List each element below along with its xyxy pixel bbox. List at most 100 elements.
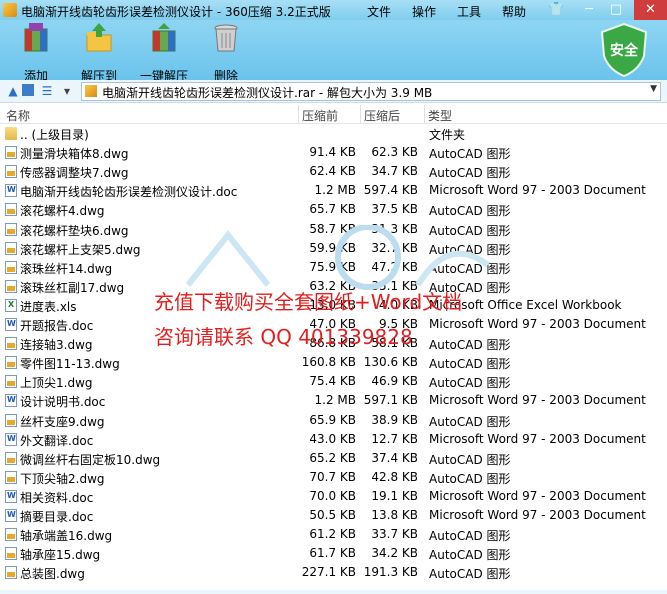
close-button[interactable]: ✕ [634,0,667,20]
file-name: .. (上级目录) [20,128,89,142]
view-icon[interactable] [22,84,34,96]
file-type: Microsoft Word 97 - 2003 Document [429,488,646,503]
file-name: 开题报告.doc [20,319,94,333]
dwg-file-icon [5,222,17,236]
file-row[interactable]: 摘要目录.doc 50.5 KB 13.8 KB Microsoft Word 97 … [0,506,660,525]
size-before: 62.4 KB [309,164,356,179]
file-row[interactable]: 电脑渐开线齿轮齿形误差检测仪设计.doc 1.2 MB 597.4 KB Micros… [0,181,660,200]
column-name[interactable]: 名称 [6,107,30,124]
column-divider[interactable] [298,105,299,123]
file-name: 总装图.dwg [20,567,85,582]
minimize-button[interactable]: ─ [578,0,600,20]
dwg-file-icon [5,528,17,542]
file-type: AutoCAD 图形 [429,147,511,162]
file-name: 滚花螺杆4.dwg [20,204,105,219]
size-before: 65.2 KB [309,450,356,465]
file-type: Microsoft Word 97 - 2003 Document [429,317,646,331]
size-after: 34.7 KB [371,164,418,179]
size-after: 191.3 KB [363,565,418,580]
file-row[interactable]: 滚花螺杆4.dwg 65.7 KB 37.5 KB AutoCAD 图形 [0,200,660,219]
menu-tools[interactable]: 工具 [457,3,481,20]
doc-file-icon [5,489,17,503]
folder-icon [5,127,17,140]
address-bar[interactable]: 电脑渐开线齿轮齿形误差检测仪设计.rar - 解包大小为 3.9 MB ▼ [81,82,661,101]
file-row[interactable]: 轴承座15.dwg 61.7 KB 34.2 KB AutoCAD 图形 [0,544,660,563]
column-divider[interactable] [424,105,425,123]
file-name: 下顶尖轴2.dwg [20,471,105,486]
file-name: 轴承端盖16.dwg [20,529,113,544]
dropdown-arrow-icon[interactable]: ▾ [60,84,74,98]
file-row[interactable]: 下顶尖轴2.dwg 70.7 KB 42.8 KB AutoCAD 图形 [0,468,660,487]
file-row[interactable]: 设计说明书.doc 1.2 MB 597.1 KB Microsoft Word 97… [0,391,660,410]
size-after: 33.7 KB [371,527,418,542]
file-row[interactable]: 上顶尖1.dwg 75.4 KB 46.9 KB AutoCAD 图形 [0,372,660,391]
column-after[interactable]: 压缩后 [364,107,400,124]
file-row[interactable]: 微调丝杆右固定板10.dwg 65.2 KB 37.4 KB AutoCAD 图形 [0,449,660,468]
one-click-extract-icon [152,23,176,52]
file-row[interactable]: 零件图11-13.dwg 160.8 KB 130.6 KB AutoCAD 图形 [0,353,660,372]
size-after: 34.2 KB [371,546,418,561]
menu-help[interactable]: 帮助 [502,3,526,20]
dwg-file-icon [5,375,17,389]
file-name: 连接轴3.dwg [20,338,93,353]
file-list-header: 名称 压缩前 压缩后 类型 [0,105,667,124]
size-before: 61.2 KB [309,527,356,542]
file-name: 零件图11-13.dwg [20,357,120,372]
dwg-file-icon [5,260,17,274]
size-after: 130.6 KB [363,355,418,370]
file-row[interactable]: 相关资料.doc 70.0 KB 19.1 KB Microsoft Word 97 … [0,487,660,506]
security-shield-icon[interactable]: 安全 [599,22,649,78]
dwg-file-icon [5,241,17,255]
file-row[interactable]: 丝杆支座9.dwg 65.9 KB 38.9 KB AutoCAD 图形 [0,411,660,430]
file-row[interactable]: 轴承端盖16.dwg 61.2 KB 33.7 KB AutoCAD 图形 [0,525,660,544]
size-before: 70.0 KB [309,488,356,503]
one-click-extract-button[interactable]: 一键解压 [138,23,190,84]
watermark-logo [185,225,490,290]
file-name: 设计说明书.doc [20,395,106,410]
address-path: 电脑渐开线齿轮齿形误差检测仪设计.rar - 解包大小为 3.9 MB [102,86,433,100]
file-name: 滚珠丝杆14.dwg [20,261,113,276]
up-arrow-icon[interactable]: ▲ [6,84,20,98]
column-type[interactable]: 类型 [428,107,452,124]
size-after: 12.7 KB [371,431,418,446]
skin-icon[interactable]: 👕 [548,2,564,17]
address-dropdown-icon[interactable]: ▼ [650,84,657,94]
file-name: 微调丝杆右固定板10.dwg [20,452,161,467]
size-before: 65.7 KB [309,202,356,217]
maximize-button[interactable]: □ [605,0,627,20]
size-after: 38.9 KB [371,412,418,427]
extract-to-button[interactable]: 解压到 [80,23,118,84]
size-after: 46.9 KB [371,374,418,389]
file-type: AutoCAD 图形 [429,548,511,563]
dwg-file-icon [5,547,17,561]
file-row[interactable]: .. (上级目录) 文件夹 [0,124,660,143]
menu-file[interactable]: 文件 [367,3,391,20]
size-after: 597.1 KB [363,393,418,408]
list-view-icon[interactable]: ☰ [40,84,54,98]
file-name: 丝杆支座9.dwg [20,414,105,429]
size-after: 13.8 KB [371,508,418,522]
size-before: 160.8 KB [301,355,356,370]
column-before[interactable]: 压缩前 [302,107,338,124]
dwg-file-icon [5,566,17,580]
delete-button[interactable]: 删除 [207,23,245,84]
file-type: 文件夹 [429,128,466,142]
app-icon [3,3,17,17]
file-name: 滚花螺杆垫块6.dwg [20,223,129,238]
archive-icon [85,85,97,97]
doc-file-icon [5,184,17,198]
file-type: AutoCAD 图形 [429,357,511,372]
file-row[interactable]: 传感器调整块7.dwg 62.4 KB 34.7 KB AutoCAD 图形 [0,162,660,181]
file-type: AutoCAD 图形 [429,166,511,181]
watermark-line-1: 充值下载购买全套图纸+Word文档 [154,290,463,314]
file-type: AutoCAD 图形 [429,204,511,219]
size-before: 1.2 MB [314,183,356,198]
file-row[interactable]: 外文翻译.doc 43.0 KB 12.7 KB Microsoft Word 97 … [0,430,660,449]
dwg-file-icon [5,203,17,217]
file-row[interactable]: 总装图.dwg 227.1 KB 191.3 KB AutoCAD 图形 [0,563,660,582]
file-row[interactable]: 测量滑块箱体8.dwg 91.4 KB 62.3 KB AutoCAD 图形 [0,143,660,162]
extract-folder-icon [86,23,112,52]
menu-operate[interactable]: 操作 [412,3,436,20]
add-button[interactable]: 添加 [17,23,55,84]
column-divider[interactable] [360,105,361,123]
